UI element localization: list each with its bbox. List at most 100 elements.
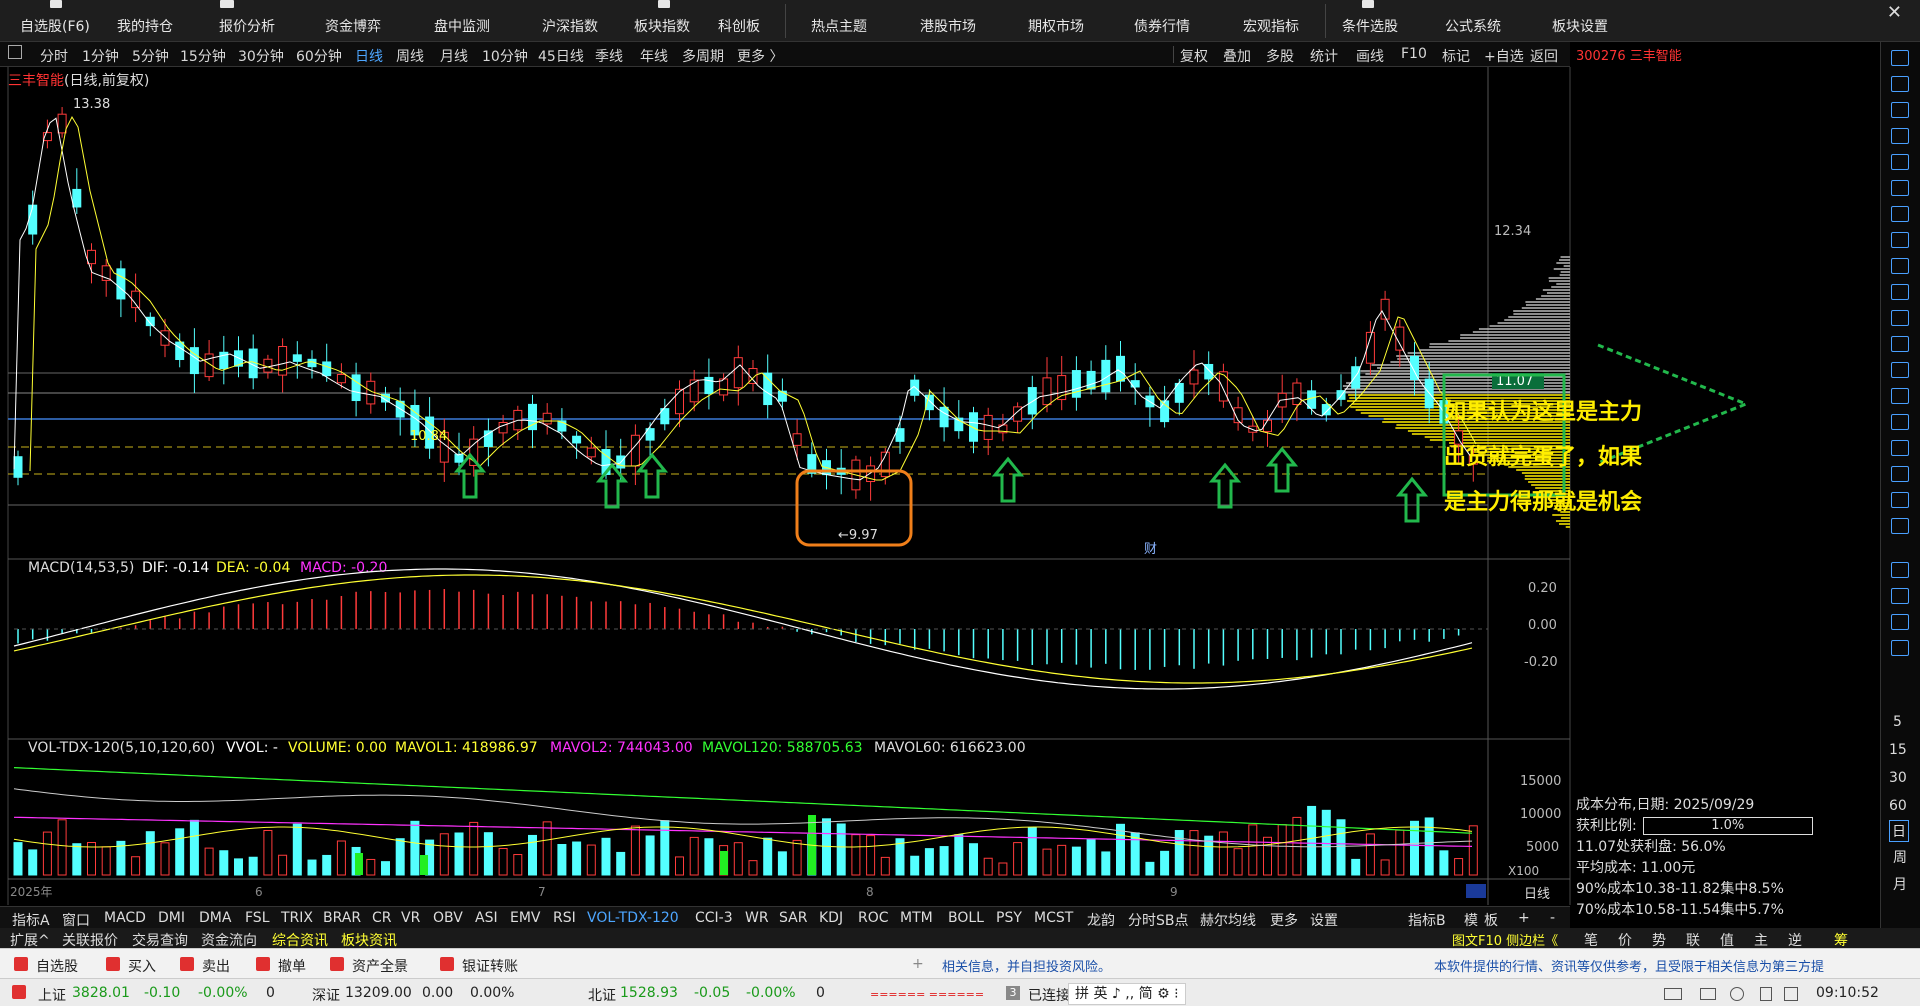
toolbar-item-formula[interactable]: 公式系统 bbox=[1445, 16, 1501, 36]
side-icon[interactable]: 联 bbox=[1686, 930, 1700, 950]
tool-f10[interactable]: F10 bbox=[1401, 46, 1427, 62]
indicator-tab[interactable]: PSY bbox=[996, 910, 1022, 926]
side-icon[interactable]: 值 bbox=[1720, 930, 1734, 950]
indicator-tab[interactable]: MTM bbox=[900, 910, 933, 926]
ime-toolbar[interactable]: 拼 英 ♪ ,, 简 ⚙ ⁝ bbox=[1068, 983, 1186, 1005]
tool-overlay[interactable]: 叠加 bbox=[1223, 46, 1251, 66]
sidebar-tool-icon[interactable] bbox=[1891, 492, 1909, 508]
info-tab-active[interactable]: 综合资讯 bbox=[272, 930, 328, 950]
toolbar-item-holdings[interactable]: 我的持仓 bbox=[117, 16, 173, 36]
period-tab-active[interactable]: 日线 bbox=[355, 46, 383, 66]
indicator-tab[interactable]: MACD bbox=[104, 910, 146, 926]
layout-toggle-icon[interactable] bbox=[8, 45, 22, 59]
indicator-tab[interactable]: MCST bbox=[1034, 910, 1073, 926]
toolbar-item-hot-topics[interactable]: 热点主题 bbox=[811, 16, 867, 36]
sidebar-tool-icon[interactable] bbox=[1891, 388, 1909, 404]
period-shortcut-day[interactable]: 日 bbox=[1889, 820, 1909, 842]
side-icon[interactable]: 笔 bbox=[1584, 930, 1598, 950]
sidebar-tool-icon[interactable] bbox=[1891, 588, 1909, 604]
toolbar-item-fund-game[interactable]: 资金博弈 bbox=[325, 16, 381, 36]
sidebar-tool-icon[interactable] bbox=[1891, 206, 1909, 222]
indicator-tab[interactable]: CR bbox=[372, 910, 392, 926]
side-icon[interactable]: 主 bbox=[1754, 930, 1768, 950]
expand-button[interactable]: 扩展^ bbox=[10, 930, 50, 950]
toolbar-item-index[interactable]: 沪深指数 bbox=[542, 16, 598, 36]
side-icon[interactable]: 势 bbox=[1652, 930, 1666, 950]
sidebar-tool-icon[interactable] bbox=[1891, 232, 1909, 248]
indicator-tab[interactable]: WR bbox=[745, 910, 769, 926]
tool-multi-stock[interactable]: 多股 bbox=[1266, 46, 1294, 66]
sidebar-tool-icon[interactable] bbox=[1891, 284, 1909, 300]
sidebar-tool-icon[interactable] bbox=[1891, 154, 1909, 170]
period-tab-more[interactable]: 更多 〉 bbox=[737, 46, 783, 66]
period-shortcut-week[interactable]: 周 bbox=[1893, 847, 1907, 867]
bz-index-label[interactable]: 北证 bbox=[588, 985, 616, 1005]
period-tab[interactable]: 60分钟 bbox=[296, 46, 342, 66]
period-tab[interactable]: 30分钟 bbox=[238, 46, 284, 66]
add-tab-button[interactable]: + bbox=[912, 956, 924, 972]
period-tab[interactable]: 10分钟 bbox=[482, 46, 528, 66]
period-tab[interactable]: 5分钟 bbox=[132, 46, 169, 66]
chat-icon[interactable] bbox=[1700, 988, 1716, 1000]
indicator-tab[interactable]: 龙韵 bbox=[1087, 910, 1115, 930]
indicator-tab[interactable]: FSL bbox=[245, 910, 270, 926]
indicator-tab[interactable]: BOLL bbox=[948, 910, 984, 926]
toolbar-item-quote-analysis[interactable]: 报价分析 bbox=[219, 16, 275, 36]
toolbar-item-sector-settings[interactable]: 板块设置 bbox=[1552, 16, 1608, 36]
tool-statistics[interactable]: 统计 bbox=[1310, 46, 1338, 66]
indicator-tab[interactable]: 更多 bbox=[1270, 910, 1298, 930]
indicator-tab[interactable]: ROC bbox=[858, 910, 889, 926]
indicator-tab[interactable]: 指标A bbox=[12, 910, 50, 930]
trade-buy[interactable]: 买入 bbox=[128, 956, 156, 976]
zoom-out-button[interactable]: - bbox=[1550, 910, 1555, 926]
indicator-tab[interactable]: 窗口 bbox=[62, 910, 90, 930]
sidebar-tool-icon[interactable] bbox=[1891, 102, 1909, 118]
tool-restore-rights[interactable]: 复权 bbox=[1180, 46, 1208, 66]
lock-icon[interactable] bbox=[1760, 987, 1772, 1001]
indicator-tab[interactable]: BRAR bbox=[323, 910, 361, 926]
period-tab[interactable]: 1分钟 bbox=[82, 46, 119, 66]
tool-add-watch[interactable]: +自选 bbox=[1484, 46, 1524, 66]
indicator-tab[interactable]: TRIX bbox=[281, 910, 313, 926]
trade-transfer[interactable]: 银证转账 bbox=[462, 956, 518, 976]
indicator-tab[interactable]: CCI-3 bbox=[695, 910, 733, 926]
period-tab[interactable]: 分时 bbox=[40, 46, 68, 66]
indicator-tab[interactable]: RSI bbox=[553, 910, 576, 926]
keyboard-icon[interactable] bbox=[1664, 988, 1682, 1000]
sidebar-tool-icon[interactable] bbox=[1891, 414, 1909, 430]
toolbar-item-macro[interactable]: 宏观指标 bbox=[1243, 16, 1299, 36]
toolbar-item-star-market[interactable]: 科创板 bbox=[718, 16, 760, 36]
period-shortcut-month[interactable]: 月 bbox=[1893, 874, 1907, 894]
indicator-tab-active[interactable]: VOL-TDX-120 bbox=[587, 910, 679, 926]
indicator-tab[interactable]: ASI bbox=[475, 910, 498, 926]
sidebar-tool-icon[interactable] bbox=[1891, 640, 1909, 656]
sidebar-tool-icon[interactable] bbox=[1891, 50, 1909, 66]
period-tab[interactable]: 年线 bbox=[640, 46, 668, 66]
period-shortcut[interactable]: 15 bbox=[1889, 742, 1907, 758]
sidebar-tool-icon[interactable] bbox=[1891, 180, 1909, 196]
sidebar-tool-icon[interactable] bbox=[1891, 128, 1909, 144]
period-shortcut[interactable]: 30 bbox=[1889, 770, 1907, 786]
toolbar-item-monitor[interactable]: 盘中监测 bbox=[434, 16, 490, 36]
period-tab[interactable]: 45日线 bbox=[538, 46, 584, 66]
indicator-tab[interactable]: VR bbox=[401, 910, 420, 926]
period-tab[interactable]: 多周期 bbox=[682, 46, 724, 66]
indicator-tab[interactable]: KDJ bbox=[819, 910, 843, 926]
info-tab[interactable]: 资金流向 bbox=[201, 930, 257, 950]
f10-sidebar-link[interactable]: 图文F10 侧边栏《 bbox=[1452, 930, 1558, 949]
side-icon[interactable]: 筹 bbox=[1834, 930, 1848, 950]
period-shortcut[interactable]: 5 bbox=[1893, 714, 1902, 730]
indicator-tab[interactable]: DMI bbox=[158, 910, 185, 926]
trade-watchlist[interactable]: 自选股 bbox=[36, 956, 78, 976]
template-button[interactable]: 模 bbox=[1464, 910, 1478, 930]
power-icon[interactable] bbox=[1784, 987, 1798, 1001]
side-icon[interactable]: 逆 bbox=[1788, 930, 1802, 950]
sz-index-label[interactable]: 深证 bbox=[312, 985, 340, 1005]
info-tab[interactable]: 关联报价 bbox=[62, 930, 118, 950]
indicator-tab[interactable]: 分时SB点 bbox=[1128, 910, 1189, 930]
period-tab[interactable]: 季线 bbox=[595, 46, 623, 66]
indicator-tab[interactable]: SAR bbox=[779, 910, 807, 926]
tool-draw-line[interactable]: 画线 bbox=[1356, 46, 1384, 66]
tool-mark[interactable]: 标记 bbox=[1442, 46, 1470, 66]
period-shortcut[interactable]: 60 bbox=[1889, 798, 1907, 814]
